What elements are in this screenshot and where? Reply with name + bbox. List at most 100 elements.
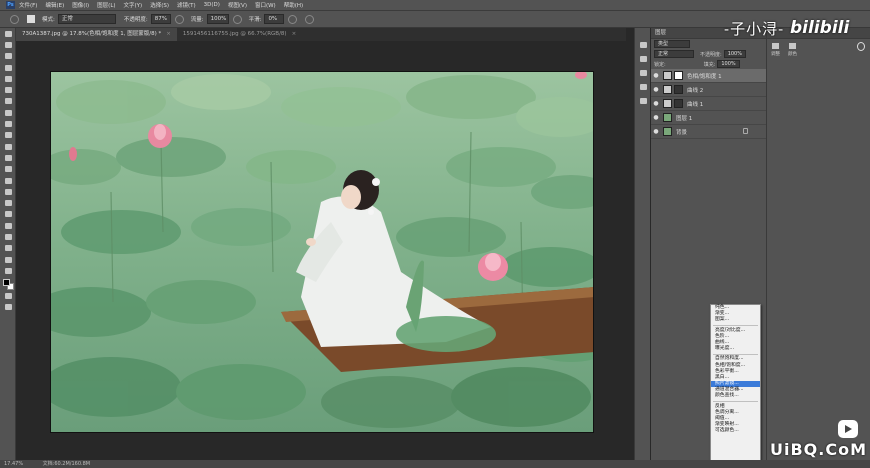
menu-item-pattern[interactable]: 图案... xyxy=(711,317,760,323)
fill-input[interactable]: 100% xyxy=(717,60,740,68)
shape-tool-icon[interactable] xyxy=(0,231,16,242)
layer-row-layer-1[interactable]: ● 图层 1 xyxy=(651,111,766,125)
mask-thumbnail[interactable] xyxy=(674,71,683,80)
smoothing-settings-icon[interactable] xyxy=(288,14,298,24)
layer-name: 曲线 1 xyxy=(687,101,704,108)
clone-stamp-tool-icon[interactable] xyxy=(0,130,16,141)
mask-thumbnail[interactable] xyxy=(674,99,683,108)
gradient-tool-icon[interactable] xyxy=(0,164,16,175)
airbrush-icon[interactable] xyxy=(232,14,242,24)
lasso-tool-icon[interactable] xyxy=(0,51,16,62)
image-thumbnail xyxy=(663,127,672,136)
screen-mode-icon[interactable] xyxy=(0,302,16,313)
layer-row-background[interactable]: ● 背景 xyxy=(651,125,766,139)
zoom-tool-icon[interactable] xyxy=(0,254,16,265)
menu-item-exposure[interactable]: 曝光度... xyxy=(711,346,760,352)
menu-filter[interactable]: 滤镜(T) xyxy=(177,1,196,9)
menu-item-selective-color[interactable]: 可选颜色... xyxy=(711,428,760,434)
eraser-tool-icon[interactable] xyxy=(0,152,16,163)
eye-icon[interactable]: ● xyxy=(651,72,661,79)
blend-mode-dropdown[interactable]: 正常 xyxy=(654,50,694,58)
eye-icon[interactable]: ● xyxy=(651,86,661,93)
flow-input[interactable]: 100% xyxy=(206,14,229,24)
eyedropper-tool-icon[interactable] xyxy=(0,96,16,107)
tab-label: 730A1387.jpg @ 17.8%(色相/饱和度 1, 图层蒙版/8) * xyxy=(22,31,162,37)
menu-file[interactable]: 文件(F) xyxy=(19,1,37,9)
layer-kind-filter[interactable]: 类型 xyxy=(654,40,690,48)
quick-mask-icon[interactable] xyxy=(0,291,16,302)
menu-item-color-lookup[interactable]: 颜色查找... xyxy=(711,393,760,399)
menu-help[interactable]: 帮助(H) xyxy=(284,1,303,9)
type-tool-icon[interactable] xyxy=(0,209,16,220)
layer-row-curves-1[interactable]: ● 曲线 1 xyxy=(651,97,766,111)
history-brush-tool-icon[interactable] xyxy=(0,141,16,152)
menu-3d[interactable]: 3D(D) xyxy=(204,2,220,8)
adjustment-panel-icon[interactable] xyxy=(635,94,651,108)
smooth-input[interactable]: 0% xyxy=(264,14,285,24)
document-size: 文档:60.2M/160.8M xyxy=(42,461,91,467)
pressure-opacity-icon[interactable] xyxy=(174,14,184,24)
blur-tool-icon[interactable] xyxy=(0,175,16,186)
quick-select-tool-icon[interactable] xyxy=(0,62,16,73)
status-bar: 17.47% 文档:60.2M/160.8M xyxy=(0,460,870,468)
opacity-input[interactable]: 87% xyxy=(150,14,171,24)
image-thumbnail xyxy=(663,113,672,122)
lock-icon xyxy=(743,128,748,134)
close-icon[interactable]: × xyxy=(292,31,297,37)
tab-document-1[interactable]: 730A1387.jpg @ 17.8%(色相/饱和度 1, 图层蒙版/8) *… xyxy=(16,28,177,41)
close-icon[interactable]: × xyxy=(166,31,171,37)
dodge-tool-icon[interactable] xyxy=(0,186,16,197)
lotus-photo-canvas[interactable] xyxy=(50,71,594,433)
adjustments-panel-tab[interactable]: 调整 xyxy=(767,39,784,57)
menu-edit[interactable]: 编辑(E) xyxy=(45,1,64,9)
brush-settings-icon[interactable] xyxy=(27,15,35,23)
paragraph-panel-icon[interactable] xyxy=(635,80,651,94)
layer-name: 曲线 2 xyxy=(687,87,704,94)
menu-image[interactable]: 图像(I) xyxy=(72,1,89,9)
crop-tool-icon[interactable] xyxy=(0,73,16,84)
layer-row-hue-saturation[interactable]: ● 色相/饱和度 1 xyxy=(651,69,766,83)
layer-row-curves-2[interactable]: ● 曲线 2 xyxy=(651,83,766,97)
tab-document-2[interactable]: 1591456116755.jpg @ 66.7%(RGB/8) × xyxy=(177,28,302,41)
blend-row: 正常 不透明度: 100% xyxy=(651,49,766,59)
pressure-size-icon[interactable] xyxy=(305,14,315,24)
color-swatches[interactable] xyxy=(0,277,16,291)
smooth-label: 平滑: xyxy=(248,17,262,23)
properties-panel-icon[interactable] xyxy=(635,52,651,66)
menu-select[interactable]: 选择(S) xyxy=(150,1,169,9)
pen-tool-icon[interactable] xyxy=(0,197,16,208)
bilibili-watermark: bilibili xyxy=(790,18,850,38)
menu-layer[interactable]: 图层(L) xyxy=(97,1,115,9)
adjustments-icon xyxy=(772,43,779,49)
foreground-color-swatch[interactable] xyxy=(3,278,10,286)
layer-opacity-input[interactable]: 100% xyxy=(723,50,746,58)
menu-type[interactable]: 文字(Y) xyxy=(124,1,143,9)
zoom-level[interactable]: 17.47% xyxy=(4,461,23,467)
swatches-panel-icon[interactable] xyxy=(635,66,651,80)
eye-icon[interactable]: ● xyxy=(651,128,661,135)
tools-panel xyxy=(0,28,16,460)
healing-brush-tool-icon[interactable] xyxy=(0,107,16,118)
mode-dropdown[interactable]: 正常 xyxy=(57,14,116,24)
eye-icon[interactable]: ● xyxy=(651,100,661,107)
marquee-tool-icon[interactable] xyxy=(0,39,16,50)
path-select-tool-icon[interactable] xyxy=(0,220,16,231)
canvas-area[interactable] xyxy=(16,41,626,460)
move-tool-icon[interactable] xyxy=(0,28,16,39)
adjustments-label: 调整 xyxy=(771,52,780,57)
history-panel-icon[interactable] xyxy=(635,38,651,52)
hand-tool-icon[interactable] xyxy=(0,243,16,254)
menu-window[interactable]: 窗口(W) xyxy=(255,1,276,9)
menu-view[interactable]: 视图(V) xyxy=(228,1,247,9)
color-icon xyxy=(789,43,796,49)
lock-row: 锁定: 填充: 100% xyxy=(651,59,766,69)
eye-icon[interactable]: ● xyxy=(651,114,661,121)
lightbulb-icon[interactable] xyxy=(857,42,865,51)
tv-icon xyxy=(838,420,858,438)
edit-toolbar-icon[interactable] xyxy=(0,265,16,276)
brush-preset-icon[interactable] xyxy=(10,14,19,24)
mask-thumbnail[interactable] xyxy=(674,85,683,94)
color-panel-tab[interactable]: 颜色 xyxy=(784,39,801,57)
frame-tool-icon[interactable] xyxy=(0,84,16,95)
brush-tool-icon[interactable] xyxy=(0,118,16,129)
